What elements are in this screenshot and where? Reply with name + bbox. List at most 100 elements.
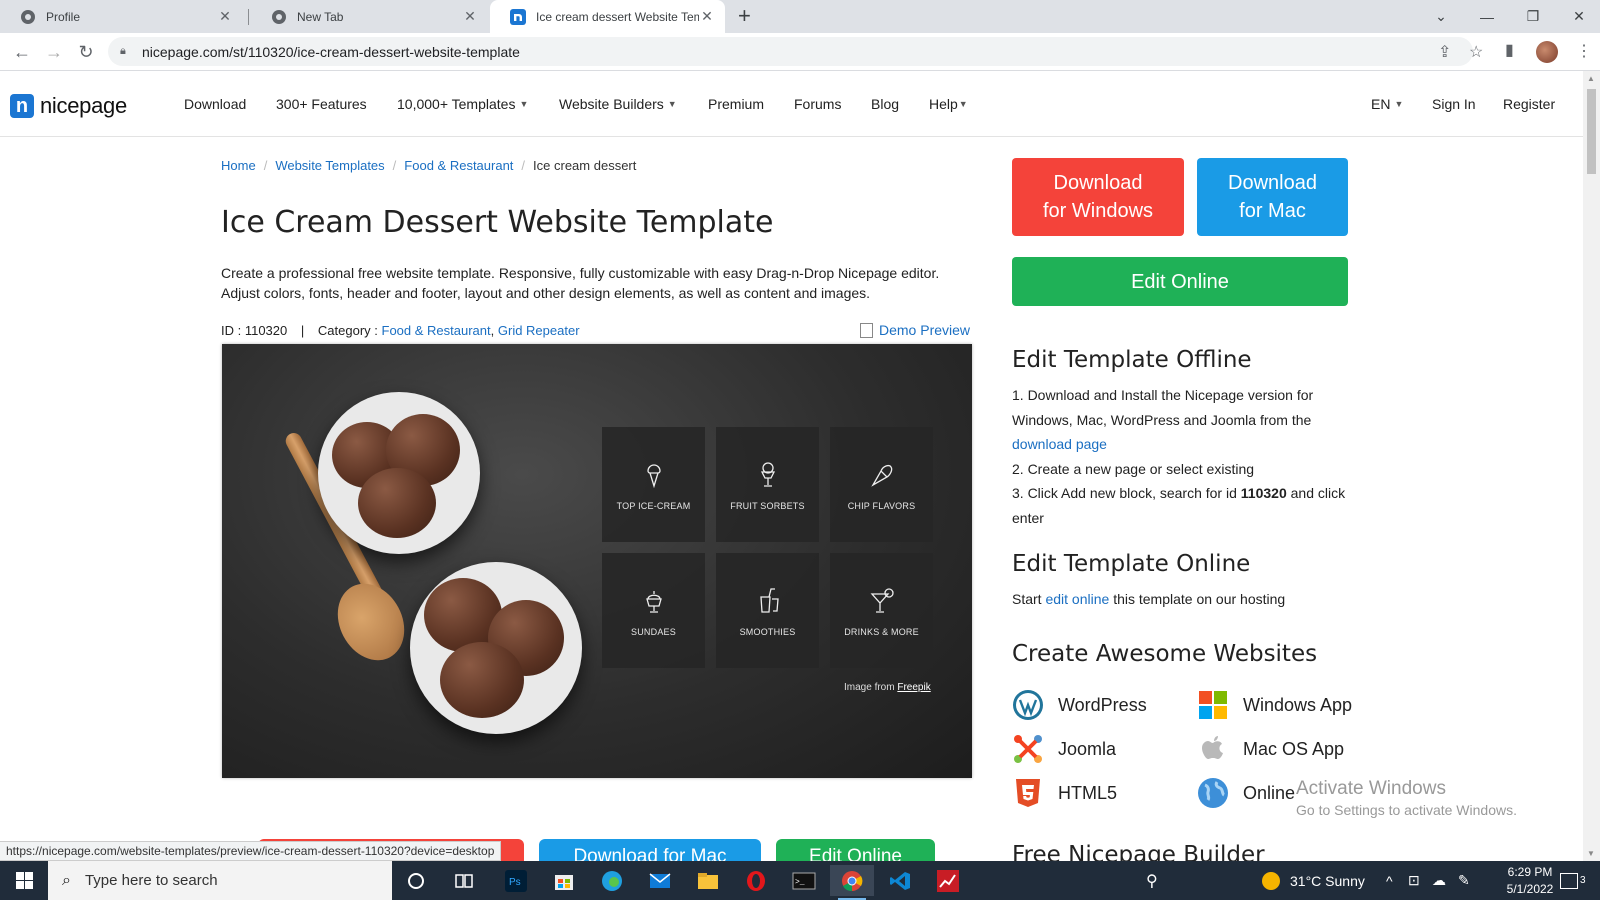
people-icon[interactable]: ⚲ xyxy=(1146,861,1158,900)
windows-start-icon[interactable] xyxy=(0,861,48,900)
weather-widget[interactable]: 31°C Sunny xyxy=(1262,861,1365,900)
nicepage-logo[interactable]: n nicepage xyxy=(10,93,127,119)
page-title: Ice Cream Dessert Website Template xyxy=(221,205,774,240)
download-page-link[interactable]: download page xyxy=(1012,436,1107,452)
download-mac-button[interactable]: Download for Mac xyxy=(1197,158,1348,236)
nav-help[interactable]: Help▼ xyxy=(929,96,968,112)
template-preview-image[interactable]: TOP ICE-CREAM FRUIT SORBETS CHIP FLAVORS… xyxy=(222,344,972,778)
vertical-scrollbar[interactable]: ▲ ▼ xyxy=(1583,71,1600,861)
site-header: n nicepage Download 300+ Features 10,000… xyxy=(0,71,1583,137)
edit-online-button[interactable]: Edit Online xyxy=(1012,257,1348,306)
sun-icon xyxy=(1262,871,1280,890)
address-bar[interactable]: 🔒︎ nicepage.com/st/110320/ice-cream-dess… xyxy=(108,37,1483,66)
demo-preview-link[interactable]: Demo Preview xyxy=(860,322,970,338)
smoothie-cup-icon xyxy=(759,587,779,613)
opera-icon[interactable] xyxy=(734,865,778,896)
edit-online-link[interactable]: edit online xyxy=(1045,591,1109,607)
tab-profile[interactable]: Profile ✕ xyxy=(0,0,243,33)
pen-icon[interactable]: ✎ xyxy=(1458,861,1470,900)
nav-blog[interactable]: Blog xyxy=(871,96,899,112)
bottom-edit-online-button[interactable]: Edit Online xyxy=(776,839,935,861)
share-icon[interactable]: ⇪ xyxy=(1438,42,1451,62)
minimize-icon[interactable]: — xyxy=(1464,0,1510,33)
network-icon[interactable]: ⊡ xyxy=(1408,861,1420,900)
side-panel-icon[interactable]: ▮ xyxy=(1505,40,1514,60)
offline-step-1-text: 1. Download and Install the Nicepage ver… xyxy=(1012,387,1314,428)
scroll-down-icon[interactable]: ▼ xyxy=(1587,849,1595,858)
photoshop-icon[interactable]: Ps xyxy=(494,865,538,896)
show-hidden-icons[interactable]: ^ xyxy=(1386,861,1393,900)
nav-help-label: Help xyxy=(929,96,958,112)
profile-avatar[interactable] xyxy=(1536,41,1558,63)
platform-online[interactable]: Online xyxy=(1197,777,1295,809)
breadcrumb-website-templates[interactable]: Website Templates xyxy=(275,158,384,173)
register-link[interactable]: Register xyxy=(1503,96,1555,112)
close-icon[interactable]: ✕ xyxy=(462,8,478,25)
onedrive-icon[interactable]: ☁ xyxy=(1432,861,1446,900)
nav-premium[interactable]: Premium xyxy=(708,96,764,112)
category-food-restaurant[interactable]: Food & Restaurant xyxy=(382,323,491,338)
download-mac-line1: Download xyxy=(1228,172,1317,194)
platform-joomla[interactable]: Joomla xyxy=(1012,733,1116,765)
scrollbar-thumb[interactable] xyxy=(1587,89,1596,174)
close-icon[interactable]: ✕ xyxy=(699,8,715,25)
close-icon[interactable]: ✕ xyxy=(217,8,233,25)
close-window-icon[interactable]: ✕ xyxy=(1556,0,1600,33)
page-description: Create a professional free website templ… xyxy=(221,265,940,301)
scroll-up-icon[interactable]: ▲ xyxy=(1587,74,1595,83)
tab-search-icon[interactable]: ⌄ xyxy=(1418,0,1464,33)
tab-new-tab[interactable]: New Tab ✕ xyxy=(251,0,488,33)
bottom-download-mac-button[interactable]: Download for Mac xyxy=(539,839,761,861)
chart-app-icon[interactable] xyxy=(926,865,970,896)
new-tab-button[interactable]: + xyxy=(738,4,751,28)
freepik-link[interactable]: Freepik xyxy=(897,682,930,693)
mail-icon[interactable] xyxy=(638,865,682,896)
platform-wordpress[interactable]: WordPress xyxy=(1012,689,1147,721)
edit-online-text: Start edit online this template on our h… xyxy=(1012,587,1352,612)
nav-download[interactable]: Download xyxy=(184,96,246,112)
caret-down-icon: ▼ xyxy=(667,99,677,109)
sundae-icon xyxy=(645,590,662,613)
category-grid-repeater[interactable]: Grid Repeater xyxy=(498,323,580,338)
nav-features[interactable]: 300+ Features xyxy=(276,96,367,112)
breadcrumb-home[interactable]: Home xyxy=(221,158,256,173)
cortana-icon[interactable] xyxy=(394,865,438,896)
nav-templates[interactable]: 10,000+ Templates ▼ xyxy=(397,96,528,112)
forward-icon[interactable]: → xyxy=(42,40,66,64)
terminal-icon[interactable]: >_ xyxy=(782,865,826,896)
nav-website-builders[interactable]: Website Builders ▼ xyxy=(559,96,677,112)
restore-icon[interactable]: ❐ xyxy=(1510,0,1556,33)
demo-preview-label: Demo Preview xyxy=(879,322,971,338)
platform-label: Windows App xyxy=(1243,694,1353,715)
tab-ice-cream-template[interactable]: Ice cream dessert Website Templ ✕ xyxy=(490,0,725,33)
sign-in-link[interactable]: Sign In xyxy=(1432,96,1476,112)
platform-mac-os-app[interactable]: Mac OS App xyxy=(1197,733,1344,765)
ice-cream-bowl-image xyxy=(318,392,480,554)
notification-center[interactable]: 3 xyxy=(1560,861,1586,900)
taskbar-search-box[interactable]: ⌕ Type here to search xyxy=(48,861,392,900)
download-windows-button[interactable]: Download for Windows xyxy=(1012,158,1184,236)
ice-cream-scoop xyxy=(358,468,436,538)
chrome-taskbar-icon[interactable] xyxy=(830,865,874,900)
back-icon[interactable]: ← xyxy=(10,40,34,64)
file-explorer-icon[interactable] xyxy=(686,865,730,896)
tab-divider xyxy=(248,9,249,25)
nav-forums[interactable]: Forums xyxy=(794,96,841,112)
vscode-icon[interactable] xyxy=(878,865,922,896)
edit-online-heading: Edit Template Online xyxy=(1012,551,1251,577)
platform-html5[interactable]: HTML5 xyxy=(1012,777,1117,809)
microsoft-store-icon[interactable] xyxy=(542,865,586,896)
task-view-icon[interactable] xyxy=(442,865,486,896)
reload-icon[interactable]: ↻ xyxy=(74,40,98,64)
tile-fruit-sorbets: FRUIT SORBETS xyxy=(716,427,819,542)
platform-windows-app[interactable]: Windows App xyxy=(1197,689,1352,721)
breadcrumb-food-restaurant[interactable]: Food & Restaurant xyxy=(404,158,513,173)
platform-label: Joomla xyxy=(1058,738,1117,759)
language-select[interactable]: EN ▼ xyxy=(1371,96,1403,112)
edge-icon[interactable] xyxy=(590,865,634,896)
system-clock[interactable]: 6:29 PM 5/1/2022 xyxy=(1490,864,1570,898)
menu-icon[interactable]: ⋮ xyxy=(1576,41,1592,61)
notification-count: 3 xyxy=(1580,875,1586,886)
bookmark-star-icon[interactable]: ☆ xyxy=(1469,42,1483,62)
windows-logo-icon xyxy=(1197,689,1229,721)
